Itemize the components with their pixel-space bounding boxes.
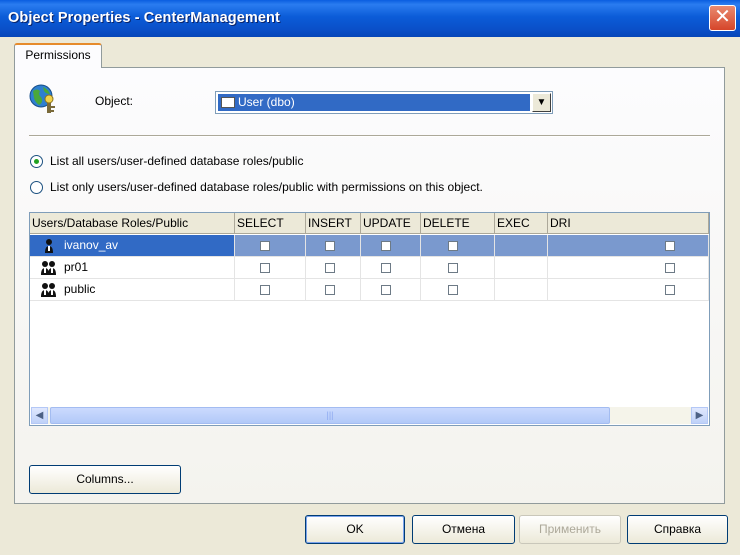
permission-checkbox[interactable]: [381, 263, 391, 273]
permission-cell-select[interactable]: [235, 257, 306, 279]
option-list-all[interactable]: List all users/user-defined database rol…: [30, 154, 303, 168]
permission-cell-exec: [495, 257, 548, 279]
column-header-delete[interactable]: DELETE: [421, 213, 495, 234]
column-header-update[interactable]: UPDATE: [361, 213, 421, 234]
permission-cell-select[interactable]: [235, 235, 306, 257]
close-icon[interactable]: ✕: [709, 5, 736, 31]
column-header-select[interactable]: SELECT: [235, 213, 306, 234]
table-icon: [221, 97, 235, 108]
permission-cell-dri[interactable]: [548, 257, 709, 279]
permission-checkbox[interactable]: [665, 241, 675, 251]
row-name-cell[interactable]: public: [30, 279, 235, 301]
table-row[interactable]: public: [30, 279, 709, 301]
radio-list-all[interactable]: [30, 154, 43, 168]
option-list-all-label: List all users/user-defined database rol…: [50, 154, 304, 168]
option-list-only[interactable]: List only users/user-defined database ro…: [30, 180, 483, 194]
permission-checkbox[interactable]: [665, 285, 675, 295]
permission-checkbox[interactable]: [381, 241, 391, 251]
row-name-cell[interactable]: pr01: [30, 257, 235, 279]
role-icon: [41, 261, 56, 275]
role-icon: [41, 283, 56, 297]
permission-checkbox[interactable]: [260, 241, 270, 251]
user-icon: [45, 239, 53, 253]
permission-cell-exec: [495, 235, 548, 257]
row-name-text: public: [64, 282, 96, 296]
columns-button[interactable]: Columns...: [29, 465, 181, 494]
permission-checkbox[interactable]: [381, 285, 391, 295]
permission-cell-select[interactable]: [235, 279, 306, 301]
database-object-icon: [29, 84, 55, 113]
permission-cell-delete[interactable]: [421, 279, 495, 301]
column-header-insert[interactable]: INSERT: [306, 213, 361, 234]
permission-cell-update[interactable]: [361, 257, 421, 279]
scrollbar-thumb[interactable]: |||: [50, 407, 610, 424]
permission-cell-dri[interactable]: [548, 279, 709, 301]
permission-checkbox[interactable]: [325, 241, 335, 251]
column-header-name[interactable]: Users/Database Roles/Public: [30, 213, 235, 234]
permission-cell-update[interactable]: [361, 235, 421, 257]
permission-cell-insert[interactable]: [306, 235, 361, 257]
ok-button[interactable]: OK: [305, 515, 405, 544]
permission-checkbox[interactable]: [325, 285, 335, 295]
permission-cell-insert[interactable]: [306, 279, 361, 301]
cancel-button[interactable]: Отмена: [412, 515, 515, 544]
chevron-down-icon[interactable]: ▼: [532, 93, 551, 112]
permission-checkbox[interactable]: [260, 263, 270, 273]
permission-checkbox[interactable]: [448, 285, 458, 295]
help-button[interactable]: Справка: [627, 515, 728, 544]
permission-cell-exec: [495, 279, 548, 301]
row-name-cell[interactable]: ivanov_av: [30, 235, 235, 257]
object-select-text: User (dbo): [238, 95, 295, 109]
radio-list-only[interactable]: [30, 180, 43, 194]
permission-cell-delete[interactable]: [421, 257, 495, 279]
permission-checkbox[interactable]: [260, 285, 270, 295]
separator: [29, 135, 710, 137]
object-select[interactable]: User (dbo) ▼: [215, 91, 553, 114]
table-row[interactable]: pr01: [30, 257, 709, 279]
permission-cell-insert[interactable]: [306, 257, 361, 279]
permission-cell-delete[interactable]: [421, 235, 495, 257]
permission-checkbox[interactable]: [448, 263, 458, 273]
scroll-right-icon[interactable]: ▶: [691, 407, 708, 424]
permission-cell-dri[interactable]: [548, 235, 709, 257]
window-title: Object Properties - CenterManagement: [8, 10, 280, 26]
tab-permissions[interactable]: Permissions: [14, 43, 102, 68]
permissions-grid[interactable]: Users/Database Roles/Public SELECT INSER…: [29, 212, 710, 426]
scroll-left-icon[interactable]: ◀: [31, 407, 48, 424]
column-header-dri[interactable]: DRI: [548, 213, 709, 234]
row-name-text: ivanov_av: [64, 238, 119, 252]
permission-checkbox[interactable]: [325, 263, 335, 273]
title-bar: Object Properties - CenterManagement ✕: [0, 0, 740, 37]
table-row[interactable]: ivanov_av: [30, 235, 709, 257]
permission-cell-update[interactable]: [361, 279, 421, 301]
column-header-exec[interactable]: EXEC: [495, 213, 548, 234]
object-select-value: User (dbo): [218, 94, 530, 111]
horizontal-scrollbar[interactable]: ◀ ||| ▶: [31, 407, 708, 424]
permission-checkbox[interactable]: [665, 263, 675, 273]
grid-header: Users/Database Roles/Public SELECT INSER…: [30, 213, 709, 234]
permission-checkbox[interactable]: [448, 241, 458, 251]
object-label: Object:: [95, 94, 134, 108]
row-name-text: pr01: [64, 260, 89, 274]
apply-button[interactable]: Применить: [519, 515, 621, 544]
option-list-only-label: List only users/user-defined database ro…: [50, 180, 483, 194]
